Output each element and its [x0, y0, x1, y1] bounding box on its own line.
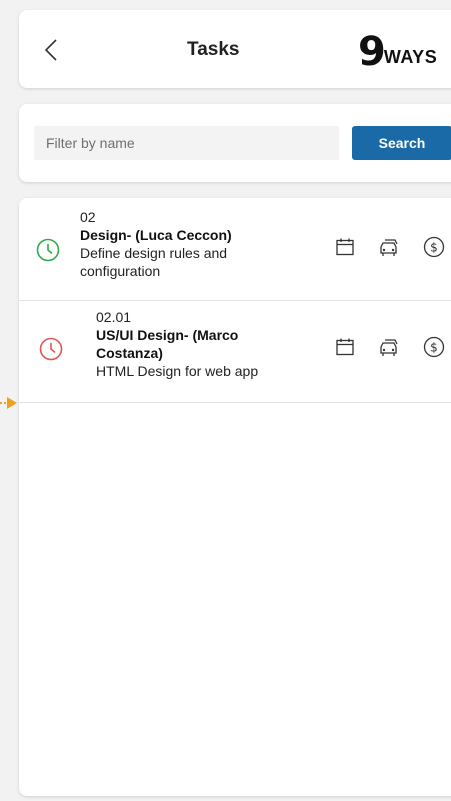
- clock-icon: [36, 238, 60, 262]
- task-row[interactable]: 02 Design- (Luca Ceccon) Define design r…: [19, 198, 451, 301]
- car-icon: [380, 339, 398, 356]
- dollar-icon: $: [423, 236, 445, 258]
- filter-bar: Search: [19, 104, 451, 182]
- calendar-button[interactable]: [334, 336, 356, 358]
- chevron-left-icon: [44, 39, 57, 61]
- svg-text:$: $: [430, 241, 438, 255]
- dollar-icon: $: [423, 336, 445, 358]
- clock-icon: [39, 337, 63, 361]
- calendar-button[interactable]: [334, 236, 356, 258]
- task-description: Define design rules and configuration: [80, 245, 228, 279]
- header-bar: Tasks 9 WAYS: [19, 10, 451, 88]
- task-description: HTML Design for web app: [96, 363, 259, 379]
- travel-button[interactable]: [379, 237, 401, 259]
- task-list: 02 Design- (Luca Ceccon) Define design r…: [19, 198, 451, 796]
- search-button[interactable]: Search: [352, 126, 451, 160]
- task-info: 02.01 US/UI Design- (Marco Costanza) HTM…: [96, 308, 296, 380]
- task-name: US/UI Design- (Marco Costanza): [96, 327, 239, 361]
- expense-button[interactable]: $: [423, 336, 445, 358]
- calendar-icon: [336, 238, 354, 256]
- logo-text: WAYS: [383, 47, 438, 67]
- task-code: 02.01: [96, 309, 132, 325]
- travel-button[interactable]: [379, 337, 401, 359]
- task-info: 02 Design- (Luca Ceccon) Define design r…: [80, 208, 280, 280]
- arrow-right-icon: [0, 397, 17, 409]
- svg-text:$: $: [430, 341, 438, 355]
- expense-button[interactable]: $: [423, 236, 445, 258]
- logo-number: 9: [358, 29, 386, 75]
- task-name: Design- (Luca Ceccon): [80, 227, 232, 243]
- filter-input[interactable]: [34, 126, 339, 160]
- task-code: 02: [80, 209, 96, 225]
- car-icon: [380, 239, 398, 256]
- task-row[interactable]: 02.01 US/UI Design- (Marco Costanza) HTM…: [19, 300, 451, 403]
- page-title: Tasks: [187, 39, 240, 60]
- logo: 9 WAYS: [358, 28, 437, 72]
- calendar-icon: [336, 338, 354, 356]
- back-button[interactable]: [41, 38, 61, 62]
